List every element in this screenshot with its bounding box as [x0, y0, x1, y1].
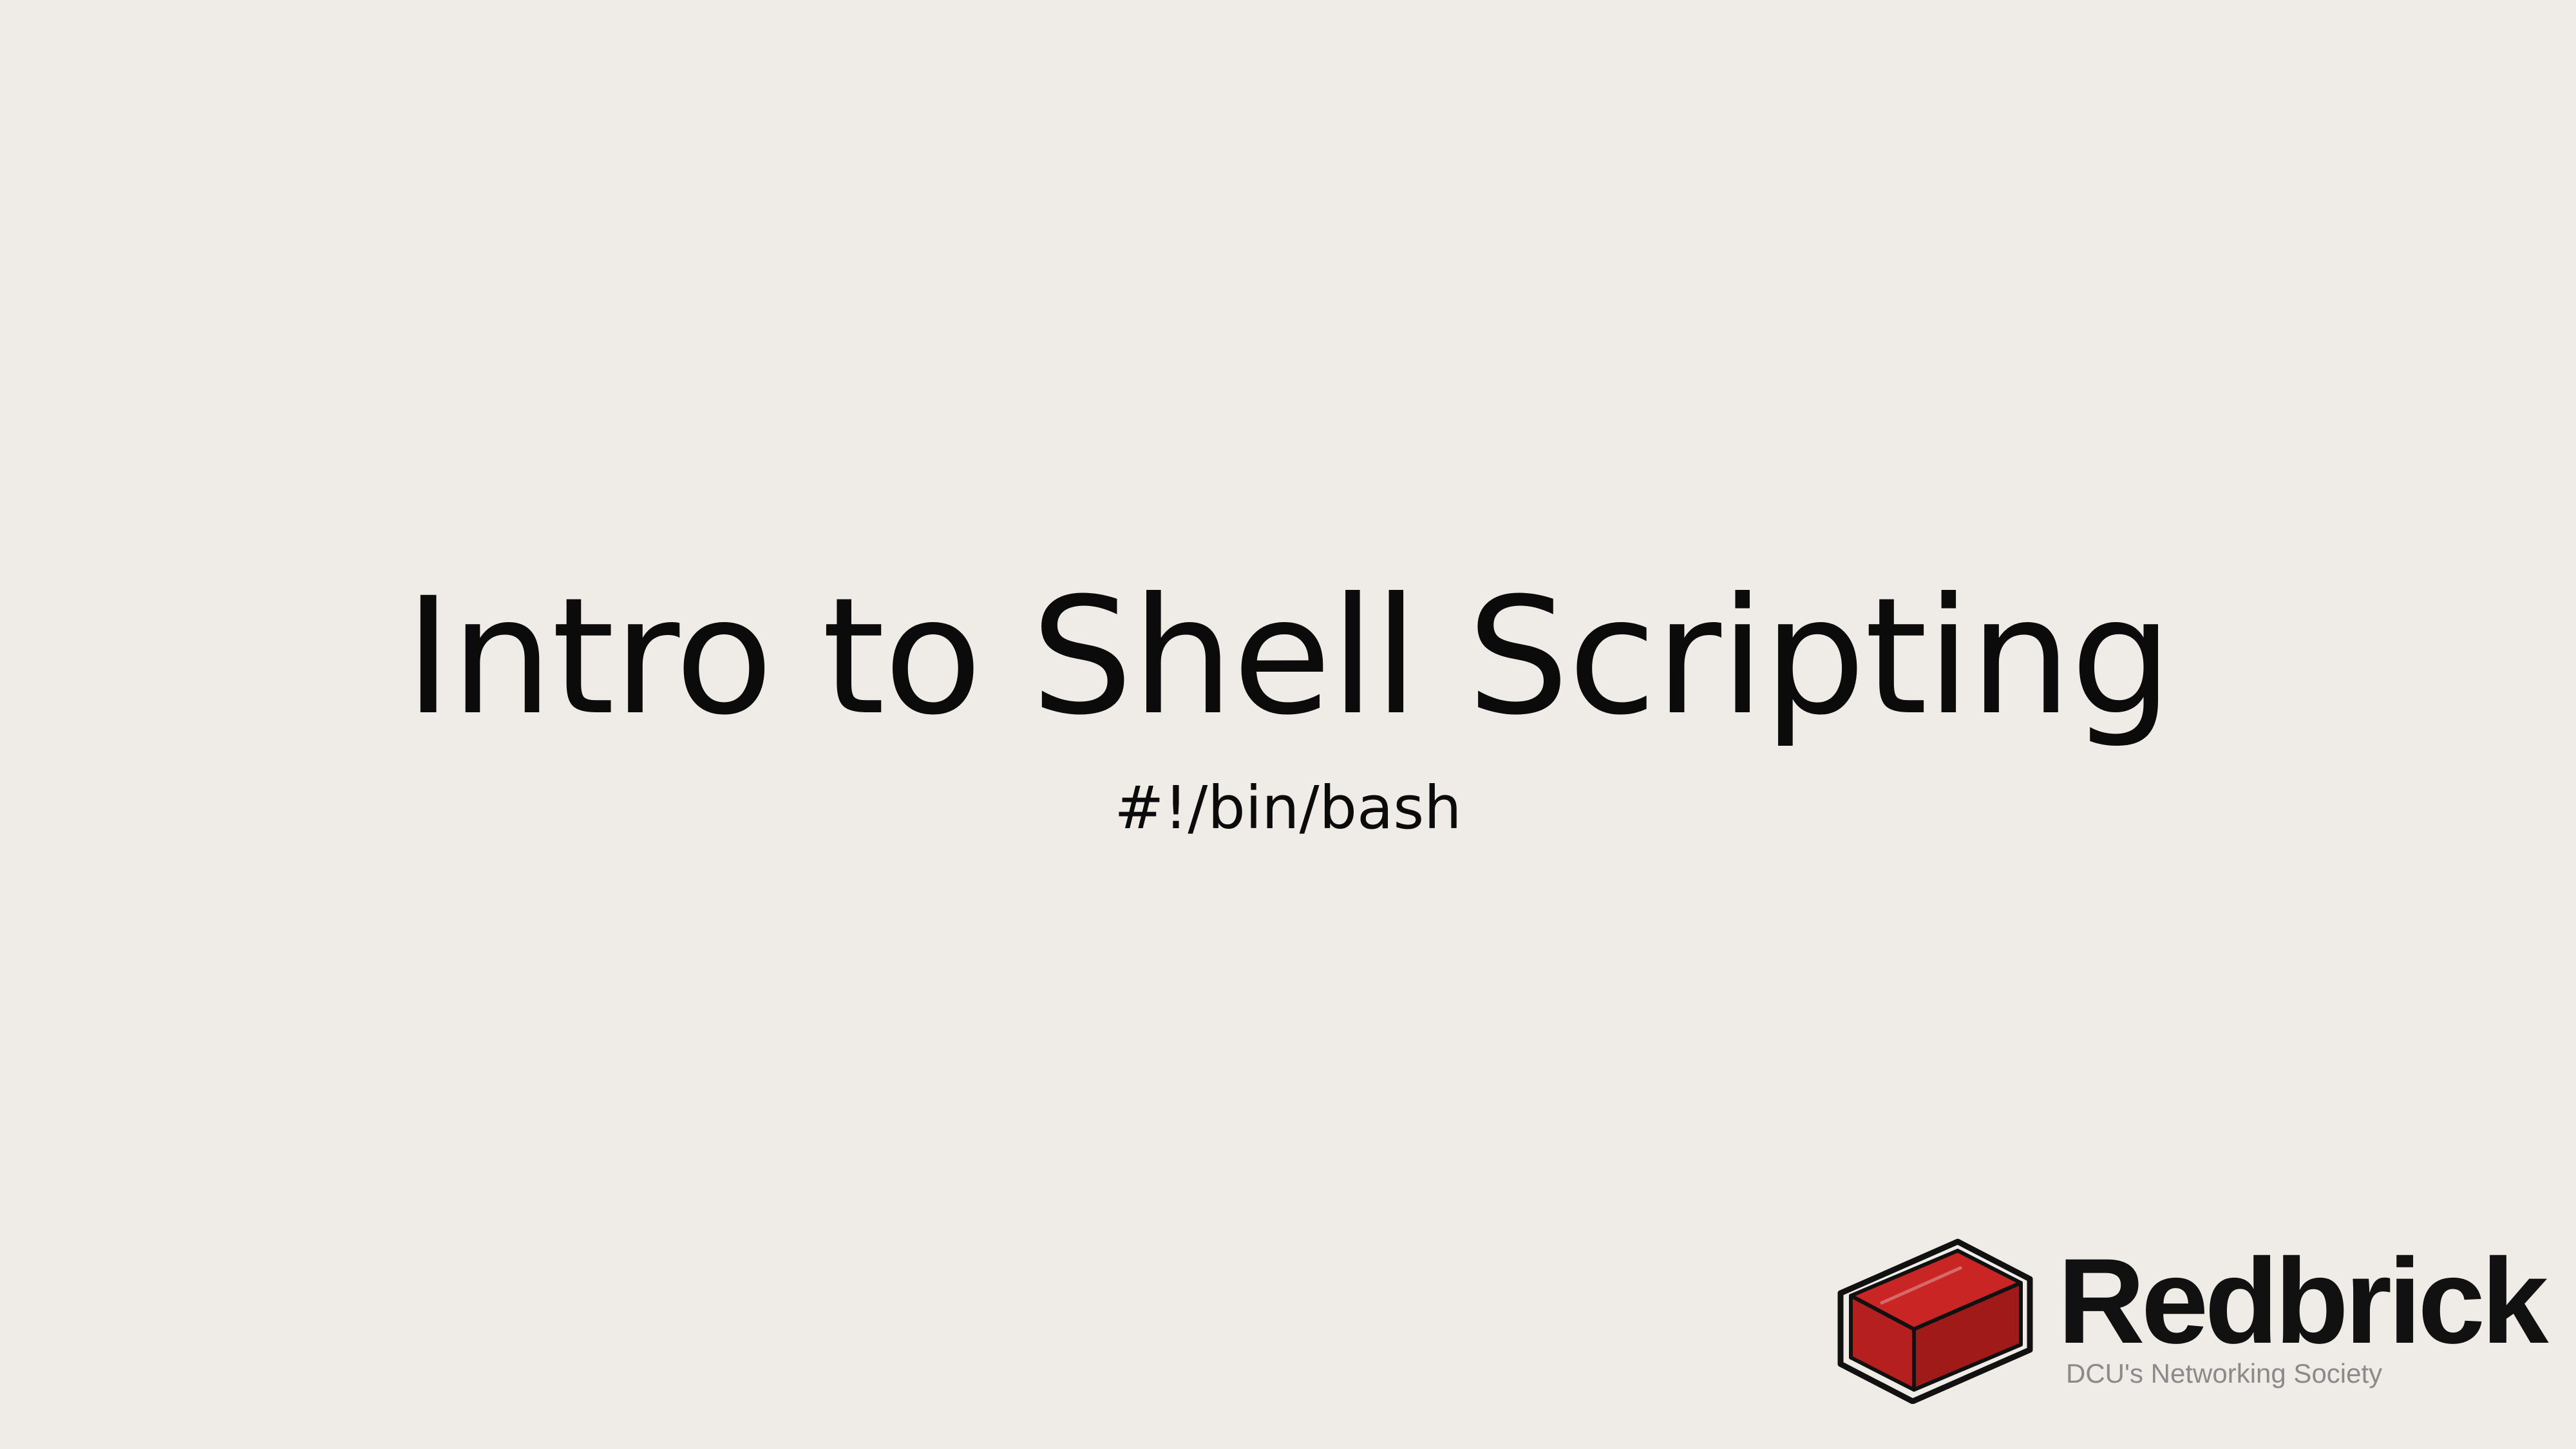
logo-name: Redbrick [2058, 1233, 2549, 1368]
slide-title: Intro to Shell Scripting [404, 563, 2172, 750]
slide: Intro to Shell Scripting #!/bin/bash Red… [0, 0, 2576, 1449]
logo-tagline: DCU's Networking Society [2066, 1358, 2383, 1388]
red-brick-icon [1837, 1238, 2033, 1404]
redbrick-logo: Redbrick DCU's Networking Society [1835, 1236, 2549, 1404]
slide-subtitle: #!/bin/bash [1114, 773, 1462, 842]
